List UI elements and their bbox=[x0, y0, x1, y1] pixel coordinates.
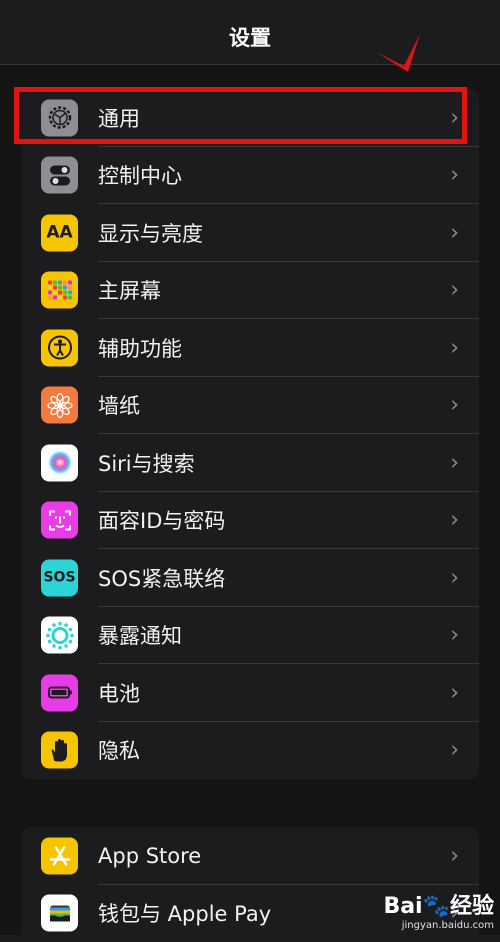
settings-row-label: App Store bbox=[98, 844, 201, 868]
wallet-icon bbox=[41, 895, 78, 932]
settings-row-accessibility[interactable]: 辅助功能 › bbox=[21, 319, 479, 377]
settings-row-label: 通用 bbox=[98, 103, 140, 133]
chevron-right-icon: › bbox=[450, 738, 459, 763]
chevron-right-icon: › bbox=[450, 163, 459, 188]
face-id-icon bbox=[41, 502, 78, 539]
settings-list-area[interactable]: 通用›控制中心›AA显示与亮度›主屏幕›辅助功能›墙纸›Siri与搜索›面容ID… bbox=[0, 65, 500, 935]
settings-row-face-id[interactable]: 面容ID与密码 › bbox=[21, 492, 479, 550]
chevron-right-icon: › bbox=[450, 278, 459, 303]
settings-row-wallpaper[interactable]: 墙纸 › bbox=[21, 377, 479, 435]
settings-row-label: SOS紧急联络 bbox=[98, 563, 225, 593]
app-store-icon bbox=[41, 837, 78, 874]
navigation-bar: 设置 bbox=[0, 0, 500, 65]
exposure-icon bbox=[41, 617, 78, 654]
settings-row-label: 面容ID与密码 bbox=[98, 505, 225, 535]
chevron-right-icon: › bbox=[450, 393, 459, 418]
toggle-icon bbox=[41, 157, 78, 194]
text-size-glyph: AA bbox=[46, 223, 72, 243]
settings-row-privacy[interactable]: 隐私 › bbox=[21, 722, 479, 780]
gear-icon bbox=[41, 99, 78, 136]
sos-glyph: SOS bbox=[43, 570, 75, 586]
chevron-right-icon: › bbox=[450, 508, 459, 533]
flower-icon bbox=[41, 387, 78, 424]
settings-row-label: Siri与搜索 bbox=[98, 448, 195, 478]
chevron-right-icon: › bbox=[450, 680, 459, 705]
chevron-right-icon: › bbox=[450, 565, 459, 590]
settings-row-exposure[interactable]: 暴露通知 › bbox=[21, 607, 479, 665]
settings-row-general[interactable]: 通用 › bbox=[21, 89, 479, 147]
chevron-right-icon: › bbox=[450, 220, 459, 245]
text-size-icon: AA bbox=[41, 214, 78, 251]
settings-row-label: 电池 bbox=[98, 678, 140, 708]
settings-row-label: 钱包与 Apple Pay bbox=[98, 898, 271, 928]
page-title: 设置 bbox=[0, 22, 500, 52]
accessibility-icon bbox=[41, 329, 78, 366]
settings-row-app-store[interactable]: App Store › bbox=[21, 827, 479, 885]
settings-row-label: 显示与亮度 bbox=[98, 218, 203, 248]
chevron-right-icon: › bbox=[450, 105, 459, 130]
settings-row-label: 墙纸 bbox=[98, 390, 140, 420]
settings-row-sos[interactable]: SOS SOS紧急联络 › bbox=[21, 549, 479, 607]
watermark-logo: Bai🐾经验 bbox=[383, 888, 494, 920]
chevron-right-icon: › bbox=[450, 623, 459, 648]
app-grid-icon bbox=[41, 272, 78, 309]
settings-row-label: 隐私 bbox=[98, 735, 140, 765]
sos-icon: SOS bbox=[41, 559, 78, 596]
settings-row-display[interactable]: AA 显示与亮度 › bbox=[21, 204, 479, 262]
settings-row-control-center[interactable]: 控制中心 › bbox=[21, 147, 479, 205]
settings-row-home-screen[interactable]: 主屏幕 › bbox=[21, 262, 479, 320]
siri-icon bbox=[41, 444, 78, 481]
settings-group-1: 通用›控制中心›AA显示与亮度›主屏幕›辅助功能›墙纸›Siri与搜索›面容ID… bbox=[21, 89, 479, 779]
settings-row-siri[interactable]: Siri与搜索 › bbox=[21, 434, 479, 492]
settings-row-label: 控制中心 bbox=[98, 160, 182, 190]
battery-icon bbox=[41, 674, 78, 711]
settings-row-label: 辅助功能 bbox=[98, 333, 182, 363]
settings-row-label: 暴露通知 bbox=[98, 620, 182, 650]
settings-row-label: 主屏幕 bbox=[98, 275, 161, 305]
watermark-url: jingyan.baidu.com bbox=[383, 920, 494, 931]
chevron-right-icon: › bbox=[450, 450, 459, 475]
baidu-watermark: Bai🐾经验 jingyan.baidu.com bbox=[383, 888, 494, 931]
chevron-right-icon: › bbox=[450, 335, 459, 360]
hand-icon bbox=[41, 732, 78, 769]
settings-row-battery[interactable]: 电池 › bbox=[21, 664, 479, 722]
chevron-right-icon: › bbox=[450, 843, 459, 868]
